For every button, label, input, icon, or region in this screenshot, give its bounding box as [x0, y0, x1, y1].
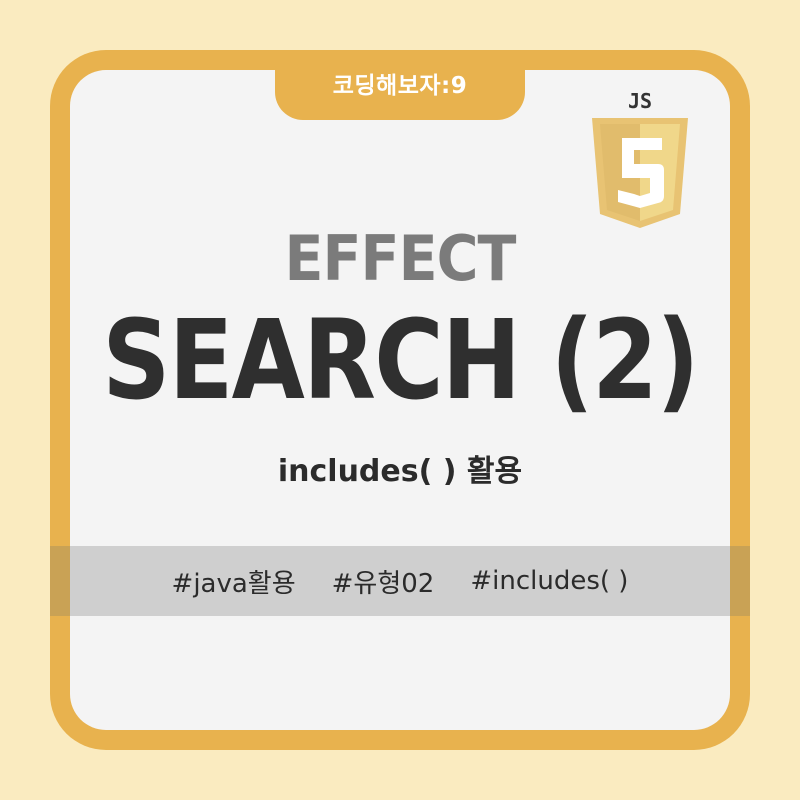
hashtag: #java활용: [171, 568, 296, 599]
hashtag-list: #java활용 #유형02 #includes( ): [0, 546, 800, 616]
series-badge-label: 코딩해보자:9: [332, 73, 468, 99]
overline-title: EFFECT: [284, 222, 516, 295]
main-title: SEARCH (2): [102, 296, 699, 424]
js-shield-logo-icon: JS: [592, 89, 688, 228]
hashtag: #유형02: [331, 568, 435, 599]
js-logo-text: JS: [628, 89, 652, 113]
series-badge: 코딩해보자:9: [275, 50, 525, 120]
hashtag: #includes( ): [470, 566, 629, 596]
subtitle: includes( ) 활용: [277, 454, 523, 489]
